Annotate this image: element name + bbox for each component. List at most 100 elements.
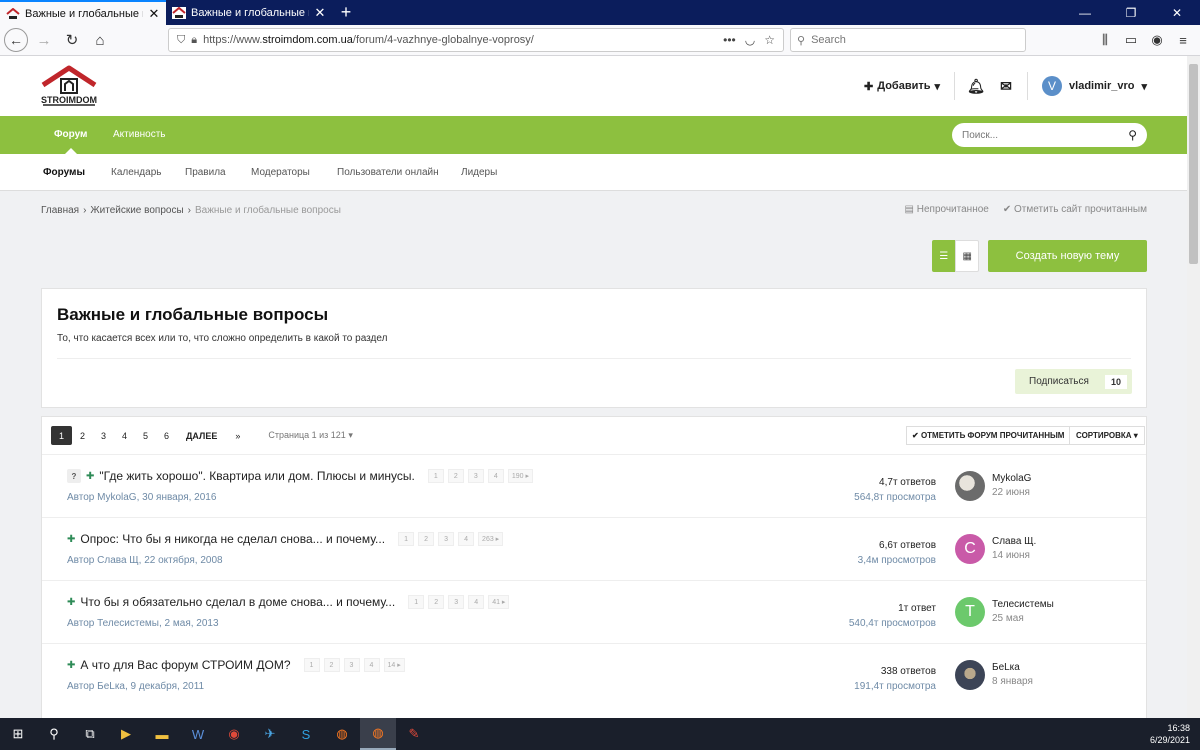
topic-row[interactable]: ✚ Опрос: Что бы я никогда не сделал снов… [42,517,1146,580]
sort-button[interactable]: СОРТИРОВКА ▾ [1069,426,1145,445]
subnav-item-rules[interactable]: Правила [185,154,226,191]
mini-page[interactable]: 2 [418,532,435,546]
scrollbar-thumb[interactable] [1189,64,1198,264]
follow-button[interactable]: Подписаться 10 [1015,369,1132,394]
page-info-dropdown[interactable]: Страница 1 из 121 ▾ [268,430,353,441]
pocket-icon[interactable]: ◡ [745,33,755,47]
page-2[interactable]: 2 [72,426,93,445]
envelope-icon[interactable]: ✉ [991,78,1021,95]
list-view-icon[interactable]: ☰ [932,240,956,272]
back-icon[interactable]: ← [4,28,28,52]
topic-row[interactable]: ? ✚ "Где жить хорошо". Квартира или дом.… [42,454,1146,517]
user-menu[interactable]: V vladimir_vro ▾ [1028,76,1147,96]
bell-icon[interactable]: 🔔︎ [961,78,991,95]
last-poster[interactable]: Телесистемы [992,598,1054,612]
mini-page[interactable]: 1 [398,532,415,546]
account-icon[interactable]: ◉ [1146,28,1168,52]
close-tab-icon[interactable]: ✕ [148,6,160,22]
breadcrumb-category[interactable]: Житейские вопросы [90,205,183,216]
file-explorer-icon[interactable]: ▬ [144,718,180,750]
topic-meta[interactable]: Автор Телесистемы, 2 мая, 2013 [67,618,219,629]
page-5[interactable]: 5 [135,426,156,445]
browser-search-bar[interactable]: ⚲ Search [790,28,1026,52]
last-poster[interactable]: Слава Щ. [992,535,1036,549]
topic-row[interactable]: ✚ Что бы я обязательно сделал в доме сно… [42,580,1146,643]
topic-meta[interactable]: Автор БеLка, 9 декабря, 2011 [67,681,204,692]
url-bar[interactable]: ⛉ 🔒︎ https://www.stroimdom.com.ua/forum/… [168,28,784,52]
next-page-link[interactable]: ДАЛЕЕ [182,426,221,445]
chrome-icon[interactable]: ◉ [216,718,252,750]
mini-page[interactable]: 2 [428,595,445,609]
last-post-date[interactable]: 22 июня [992,486,1031,500]
menu-icon[interactable]: ≡ [1172,28,1194,52]
search-icon[interactable]: ⚲ [1128,128,1137,142]
forward-icon[interactable]: → [30,26,58,54]
mini-page[interactable]: 4 [363,658,380,672]
page-scrollbar[interactable] [1187,56,1200,718]
media-player-icon[interactable]: ▶ [108,718,144,750]
lock-icon[interactable]: 🔒︎ [191,34,197,47]
last-post-date[interactable]: 14 июня [992,549,1036,563]
breadcrumb-home[interactable]: Главная [41,205,79,216]
firefox-icon[interactable]: ◍ [324,718,360,750]
mini-page[interactable]: 4 [487,469,504,483]
site-search-input[interactable]: Поиск... ⚲ [952,123,1147,147]
tab-activity[interactable]: Активность [113,116,166,154]
avatar[interactable]: С [955,534,985,564]
subnav-item-online-users[interactable]: Пользователи онлайн [337,154,439,191]
close-window-icon[interactable]: ✕ [1154,0,1200,25]
browser-tab-2[interactable]: Важные и глобальные вопросы ✕ [166,0,332,25]
topic-title[interactable]: Что бы я обязательно сделал в доме снова… [80,595,395,609]
mini-page[interactable]: 1 [427,469,444,483]
close-tab-icon[interactable]: ✕ [314,5,326,21]
mini-page[interactable]: 3 [448,595,465,609]
shield-icon[interactable]: ⛉ [177,34,185,47]
task-view-icon[interactable]: ⧉ [72,718,108,750]
mini-page[interactable]: 3 [467,469,484,483]
add-button[interactable]: ✚ Добавить ▾ [864,80,954,93]
last-poster[interactable]: БеLка [992,661,1033,675]
page-1[interactable]: 1 [51,426,72,445]
tab-forum[interactable]: Форум [54,116,87,154]
page-3[interactable]: 3 [93,426,114,445]
subnav-item-calendar[interactable]: Календарь [111,154,161,191]
mini-page-last[interactable]: 263 ▸ [478,532,504,546]
mini-page[interactable]: 1 [408,595,425,609]
search-icon[interactable]: ⚲ [36,718,72,750]
mini-page[interactable]: 3 [343,658,360,672]
telegram-icon[interactable]: ✈ [252,718,288,750]
avatar[interactable] [955,471,985,501]
topic-title[interactable]: "Где жить хорошо". Квартира или дом. Плю… [99,469,414,483]
windows-start-icon[interactable]: ⊞ [0,718,36,750]
mini-page-last[interactable]: 14 ▸ [383,658,405,672]
mini-page[interactable]: 3 [438,532,455,546]
topic-meta[interactable]: Автор Слава Щ, 22 октября, 2008 [67,555,223,566]
mark-forum-read-button[interactable]: ✔ ОТМЕТИТЬ ФОРУМ ПРОЧИТАННЫМ [906,426,1071,445]
topic-meta[interactable]: Автор MykolaG, 30 января, 2016 [67,492,216,503]
topic-row[interactable]: ✚ А что для Вас форум СТРОИМ ДОМ? 1 2 3 … [42,643,1146,706]
bookmark-star-icon[interactable]: ☆ [764,33,775,47]
mini-page[interactable]: 1 [303,658,320,672]
word-icon[interactable]: W [180,718,216,750]
last-post-date[interactable]: 8 января [992,675,1033,689]
home-icon[interactable]: ⌂ [86,26,114,54]
subnav-item-forums[interactable]: Форумы [43,154,85,191]
library-icon[interactable]: ⫼ [1094,28,1116,52]
last-page-link[interactable]: » [227,426,248,445]
subnav-item-leaders[interactable]: Лидеры [461,154,497,191]
topic-title[interactable]: Опрос: Что бы я никогда не сделал снова.… [80,532,385,546]
page-actions-icon[interactable]: ••• [723,33,736,47]
mark-site-read-link[interactable]: ✔ Отметить сайт прочитанным [1003,204,1147,215]
restore-icon[interactable]: ❐ [1108,0,1154,25]
skype-icon[interactable]: S [288,718,324,750]
mini-page[interactable]: 2 [447,469,464,483]
last-post-date[interactable]: 25 мая [992,612,1054,626]
table-view-icon[interactable]: ▦ [955,240,979,272]
system-clock[interactable]: 16:38 6/29/2021 [1150,722,1190,746]
minimize-icon[interactable]: — [1062,0,1108,25]
mini-page[interactable]: 4 [468,595,485,609]
subnav-item-moderators[interactable]: Модераторы [251,154,310,191]
mini-page-last[interactable]: 41 ▸ [488,595,510,609]
last-poster[interactable]: MykolaG [992,472,1031,486]
page-4[interactable]: 4 [114,426,135,445]
